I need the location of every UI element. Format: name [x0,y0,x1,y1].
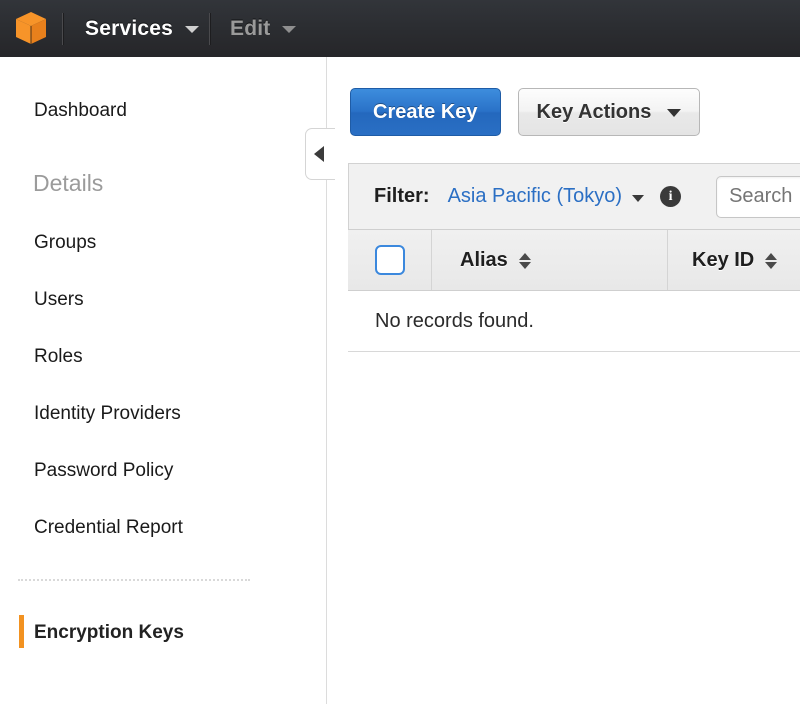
sort-arrows-icon [518,252,531,269]
sidebar-item-credential-report[interactable]: Credential Report [0,518,326,537]
sidebar-section-label: Details [33,170,104,196]
caret-down-icon[interactable] [632,194,645,202]
main-content: Create Key Key Actions Filter: Asia Paci… [328,57,800,704]
sidebar-item-label: Users [34,289,84,310]
filter-bar: Filter: Asia Pacific (Tokyo) i [348,163,800,229]
table-header-alias[interactable]: Alias [432,230,668,290]
sidebar-item-identity-providers[interactable]: Identity Providers [0,404,326,423]
sidebar-item-label: Roles [34,346,83,367]
sidebar-item-label: Dashboard [34,100,127,121]
empty-state-message: No records found. [375,309,534,332]
create-key-button[interactable]: Create Key [350,88,501,136]
services-menu[interactable]: Services [63,0,209,57]
sidebar-item-label: Credential Report [34,517,183,538]
sidebar-item-encryption-keys[interactable]: Encryption Keys [0,615,326,648]
key-actions-button[interactable]: Key Actions [517,88,701,136]
key-actions-button-label: Key Actions [536,100,652,123]
sidebar-item-label: Groups [34,232,97,253]
services-menu-label: Services [85,16,174,40]
sidebar-collapse-button[interactable] [305,128,335,180]
filter-label: Filter: [374,185,430,207]
sidebar-item-users[interactable]: Users [0,290,326,309]
caret-down-icon [667,109,682,117]
table-header-row: Alias Key ID [348,229,800,291]
sidebar-item-roles[interactable]: Roles [0,347,326,366]
create-key-button-label: Create Key [373,100,478,123]
active-indicator-bar [19,615,24,648]
top-navigation-bar: Services Edit [0,0,800,57]
sidebar-item-label: Password Policy [34,460,174,481]
table-empty-row: No records found. [348,291,800,352]
region-filter-link[interactable]: Asia Pacific (Tokyo) [448,185,623,208]
sidebar-item-groups[interactable]: Groups [0,233,326,252]
info-circle-icon[interactable]: i [660,186,682,207]
sort-arrows-icon [765,252,778,269]
sidebar-divider [18,579,250,581]
table-header-label: Alias [460,248,508,271]
sidebar-item-password-policy[interactable]: Password Policy [0,461,326,480]
select-all-checkbox[interactable] [374,245,405,275]
aws-cube-logo-icon [16,11,46,44]
sidebar-item-label: Encryption Keys [34,622,184,643]
sidebar-item-dashboard[interactable]: Dashboard [0,101,326,120]
chevron-down-icon [282,26,297,33]
aws-logo-button[interactable] [0,0,62,57]
action-toolbar: Create Key Key Actions [350,88,701,136]
edit-menu[interactable]: Edit [210,0,306,57]
sidebar-item-label: Identity Providers [34,403,181,424]
sidebar-navigation: Dashboard Details Groups Users Roles Ide… [0,57,327,704]
search-input[interactable] [716,175,800,218]
table-header-label: Key ID [692,248,755,271]
sidebar-section-details: Details [0,172,326,195]
triangle-left-icon [314,146,324,162]
edit-menu-label: Edit [230,16,271,40]
table-header-key-id[interactable]: Key ID [668,230,800,290]
chevron-down-icon [185,26,200,33]
table-header-select-all [348,230,432,290]
